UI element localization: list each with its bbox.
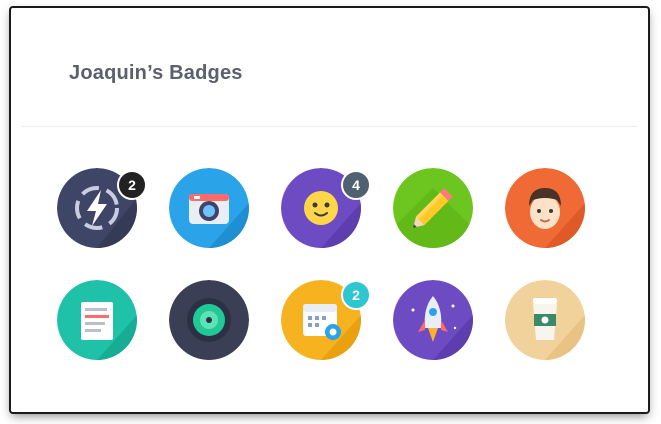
vinyl-record-icon [169, 280, 249, 360]
badge-count: 4 [341, 170, 371, 200]
badge-rocket[interactable] [393, 280, 473, 360]
badge-document[interactable] [57, 280, 137, 360]
camera-icon [169, 168, 249, 248]
avatar-face-icon [505, 168, 585, 248]
badge-record[interactable] [169, 280, 249, 360]
badge-coffee[interactable] [505, 280, 585, 360]
pencil-icon [393, 168, 473, 248]
badges-card: Joaquin’s Badges 2 4 2 [11, 8, 648, 412]
document-icon [57, 280, 137, 360]
badge-count: 2 [117, 170, 147, 200]
rocket-icon [393, 280, 473, 360]
badge-avatar[interactable] [505, 168, 585, 248]
badge-pencil[interactable] [393, 168, 473, 248]
badge-camera[interactable] [169, 168, 249, 248]
divider [21, 126, 638, 127]
coffee-cup-icon [505, 280, 585, 360]
page-title: Joaquin’s Badges [69, 62, 243, 84]
badge-count: 2 [341, 280, 371, 310]
